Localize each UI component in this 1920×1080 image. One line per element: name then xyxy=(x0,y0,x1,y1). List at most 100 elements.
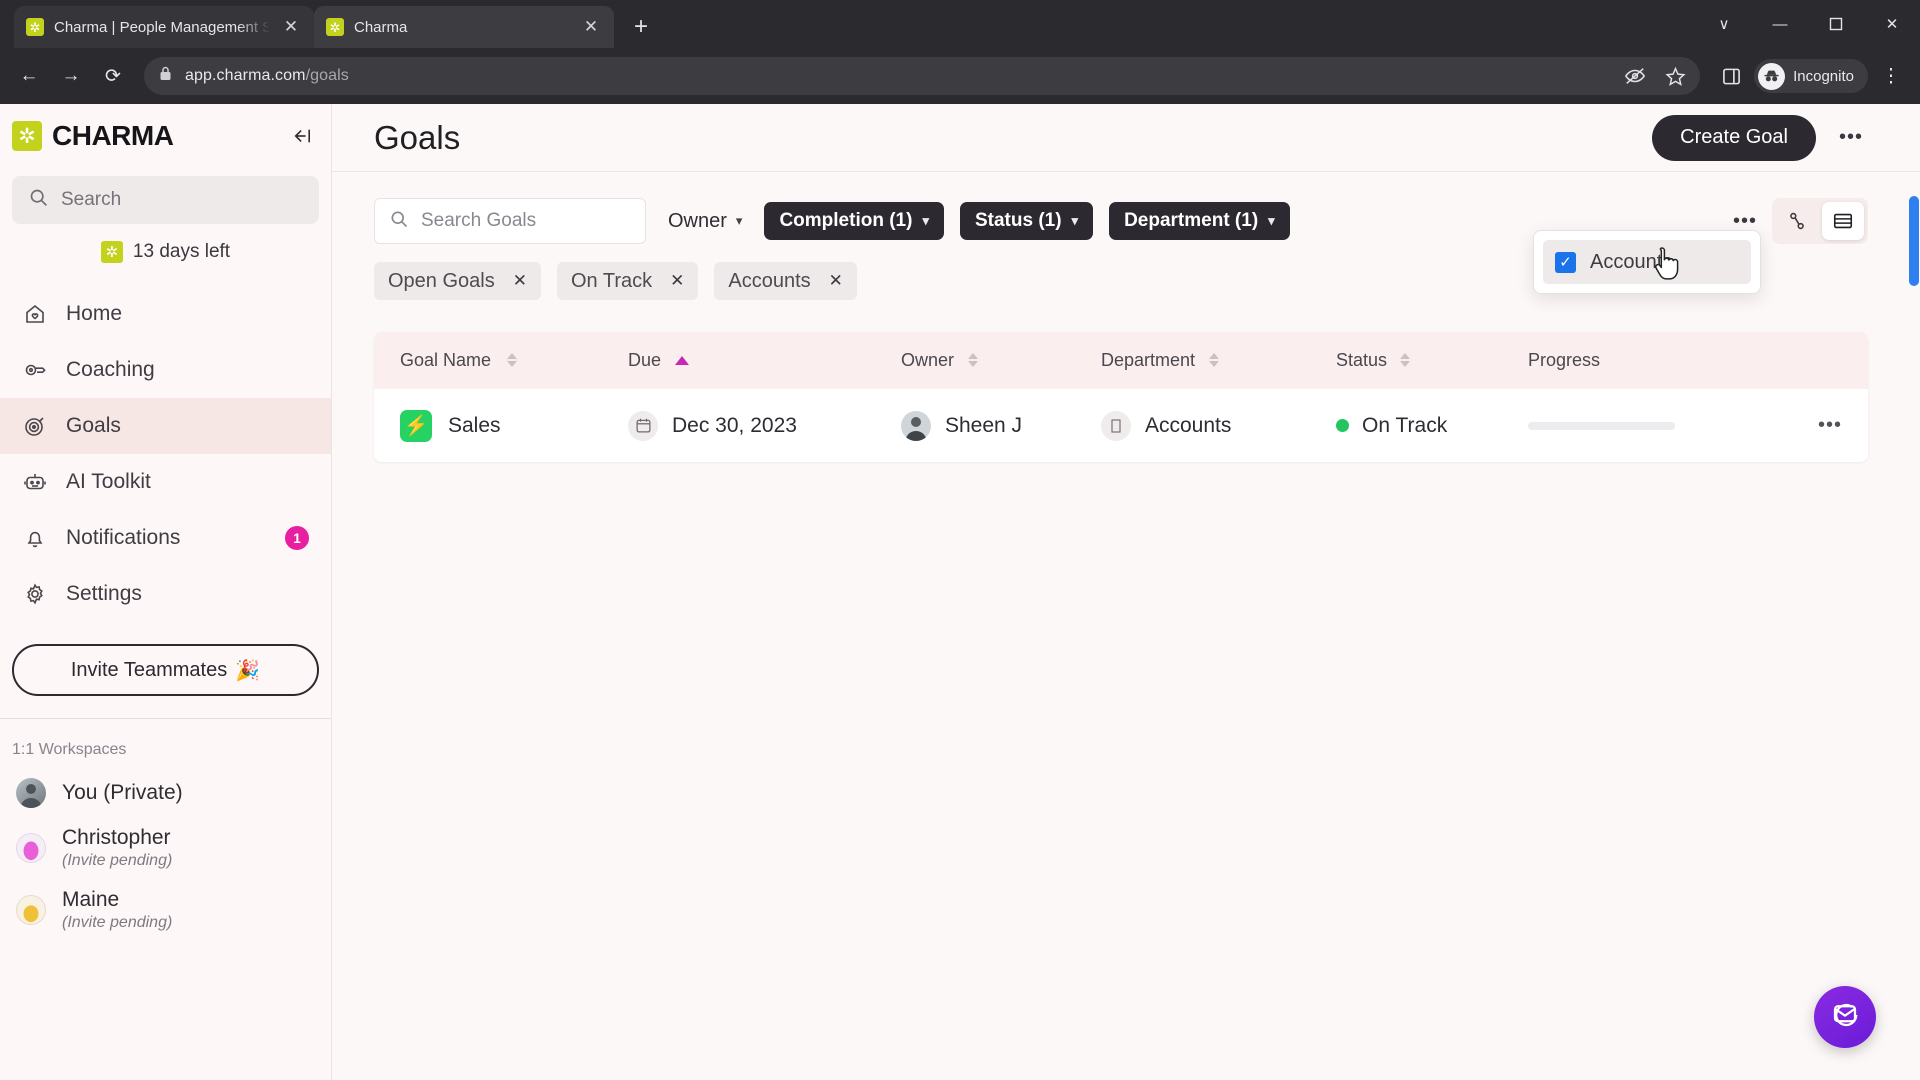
sort-ascending-icon[interactable] xyxy=(675,355,690,365)
browser-tab-1[interactable]: ✲ Charma | People Management S ✕ xyxy=(14,6,314,48)
column-header-owner[interactable]: Owner xyxy=(901,350,1101,371)
browser-toolbar: ← → ⟳ app.charma.com/goals Incognito ⋮ xyxy=(0,48,1920,104)
search-icon xyxy=(389,209,409,234)
maximize-button[interactable] xyxy=(1808,0,1864,48)
trial-label: 13 days left xyxy=(132,241,231,262)
side-panel-icon[interactable] xyxy=(1712,57,1750,95)
sidebar-item-label: AI Toolkit xyxy=(66,470,151,493)
browser-tab-2-title: Charma xyxy=(354,18,408,36)
filter-area: Search Goals Owner ▾ Completion (1) ▾ St… xyxy=(332,172,1920,300)
chevron-down-icon[interactable]: ∨ xyxy=(1696,0,1752,48)
close-icon[interactable]: ✕ xyxy=(280,16,302,38)
goal-search-input[interactable]: Search Goals xyxy=(374,198,646,244)
workspace-status: (Invite pending) xyxy=(62,852,173,870)
remove-chip-icon[interactable]: ✕ xyxy=(670,271,684,291)
invite-teammates-button[interactable]: Invite Teammates 🎉 xyxy=(12,644,319,696)
lock-icon xyxy=(158,65,173,87)
column-header-status[interactable]: Status xyxy=(1336,350,1528,371)
profile-chip[interactable]: Incognito xyxy=(1754,59,1868,93)
browser-tab-2[interactable]: ✲ Charma ✕ xyxy=(314,6,614,48)
dropdown-option-accounts[interactable]: ✓ Accounts xyxy=(1543,240,1751,284)
workspace-status: (Invite pending) xyxy=(62,914,173,932)
column-label: Progress xyxy=(1528,349,1601,370)
reload-icon[interactable]: ⟳ xyxy=(94,57,132,95)
sort-icon[interactable] xyxy=(507,353,518,367)
workspace-item-maine[interactable]: Maine (Invite pending) xyxy=(0,879,331,941)
workspace-name: Christopher xyxy=(62,826,171,849)
eye-off-icon[interactable] xyxy=(1616,57,1654,95)
sidebar-nav: Home Coaching Goals AI Toolkit Notificat… xyxy=(0,286,331,622)
close-window-button[interactable]: ✕ xyxy=(1864,0,1920,48)
page-header-actions: Create Goal ••• xyxy=(1652,114,1868,161)
new-tab-button[interactable]: + xyxy=(624,10,658,44)
table-row[interactable]: ⚡ Sales Dec 30, 2023 Sheen J Accounts On… xyxy=(374,388,1868,462)
progress-bar xyxy=(1528,421,1675,430)
avatar xyxy=(16,833,46,864)
sidebar-item-goals[interactable]: Goals xyxy=(0,398,331,454)
owner-filter-dropdown[interactable]: Owner ▾ xyxy=(662,210,748,233)
cell-progress: ••• xyxy=(1528,414,1842,437)
star-icon[interactable] xyxy=(1656,57,1694,95)
lightning-bolt-icon: ⚡ xyxy=(400,409,432,442)
workspace-item-christopher[interactable]: Christopher (Invite pending) xyxy=(0,817,331,879)
status-filter-button[interactable]: Status (1) ▾ xyxy=(959,202,1094,240)
column-header-department[interactable]: Department xyxy=(1101,350,1336,371)
sidebar-item-label: Coaching xyxy=(66,358,155,381)
page-more-menu-icon[interactable]: ••• xyxy=(1834,121,1868,155)
filter-chip-on-track[interactable]: On Track ✕ xyxy=(556,262,699,300)
checkbox-checked-icon[interactable]: ✓ xyxy=(1555,251,1576,273)
remove-chip-icon[interactable]: ✕ xyxy=(513,271,527,291)
search-input[interactable]: Search xyxy=(12,176,319,224)
cell-goal-name[interactable]: ⚡ Sales xyxy=(400,409,628,442)
column-header-goal-name[interactable]: Goal Name xyxy=(400,350,628,371)
row-more-menu-icon[interactable]: ••• xyxy=(1818,414,1842,437)
tree-view-button[interactable] xyxy=(1776,202,1818,240)
create-goal-button[interactable]: Create Goal xyxy=(1652,114,1816,161)
close-icon[interactable]: ✕ xyxy=(580,16,602,38)
filter-chip-accounts[interactable]: Accounts ✕ xyxy=(714,262,857,300)
workspaces-section-label: 1:1 Workspaces xyxy=(12,741,127,758)
trial-status: ✲ 13 days left xyxy=(0,224,331,280)
sidebar-item-home[interactable]: Home xyxy=(0,286,331,342)
remove-chip-icon[interactable]: ✕ xyxy=(829,271,843,291)
workspace-name: You (Private) xyxy=(62,780,183,804)
workspace-item-you[interactable]: You (Private) xyxy=(0,769,331,817)
sidebar-item-notifications[interactable]: Notifications 1 xyxy=(0,510,331,566)
sort-icon[interactable] xyxy=(968,353,979,367)
table-view-button[interactable] xyxy=(1822,202,1864,240)
completion-filter-button[interactable]: Completion (1) ▾ xyxy=(764,202,944,240)
column-label: Status xyxy=(1336,349,1388,370)
chevron-down-icon: ▾ xyxy=(1268,213,1275,228)
menu-icon[interactable]: ⋮ xyxy=(1872,57,1910,95)
scrollbar[interactable] xyxy=(1908,104,1920,1080)
address-bar[interactable]: app.charma.com/goals xyxy=(144,57,1701,95)
minimize-button[interactable]: — xyxy=(1752,0,1808,48)
column-header-due[interactable]: Due xyxy=(628,350,901,371)
workspace-name: Maine xyxy=(62,888,120,912)
filter-chip-open-goals[interactable]: Open Goals ✕ xyxy=(374,262,541,300)
column-label: Owner xyxy=(901,349,955,370)
workspace-info: Christopher (Invite pending) xyxy=(62,826,172,870)
support-chat-button[interactable] xyxy=(1814,986,1876,1048)
sidebar-item-ai-toolkit[interactable]: AI Toolkit xyxy=(0,454,331,510)
column-label: Due xyxy=(628,349,662,370)
department-filter-button[interactable]: Department (1) ▾ xyxy=(1109,202,1290,240)
forward-icon[interactable]: → xyxy=(52,57,90,95)
sort-icon[interactable] xyxy=(1400,353,1411,367)
scrollbar-thumb[interactable] xyxy=(1909,196,1919,286)
charma-star-icon: ✲ xyxy=(100,241,123,263)
page-title: Goals xyxy=(374,118,461,156)
sort-icon[interactable] xyxy=(1209,353,1220,367)
column-header-progress: Progress xyxy=(1528,350,1842,371)
sidebar-item-settings[interactable]: Settings xyxy=(0,566,331,622)
collapse-sidebar-icon[interactable] xyxy=(287,121,317,151)
back-icon[interactable]: ← xyxy=(10,57,48,95)
browser-chrome: ✲ Charma | People Management S ✕ ✲ Charm… xyxy=(0,0,1920,104)
owner-filter-label: Owner xyxy=(668,209,727,232)
completion-filter-label: Completion (1) xyxy=(779,210,913,231)
sidebar-item-coaching[interactable]: Coaching xyxy=(0,342,331,398)
search-placeholder: Search xyxy=(61,189,122,210)
sidebar-item-label: Notifications xyxy=(66,526,181,549)
department-filter-dropdown[interactable]: ✓ Accounts xyxy=(1533,230,1761,294)
invite-teammates-label: Invite Teammates xyxy=(70,658,228,681)
